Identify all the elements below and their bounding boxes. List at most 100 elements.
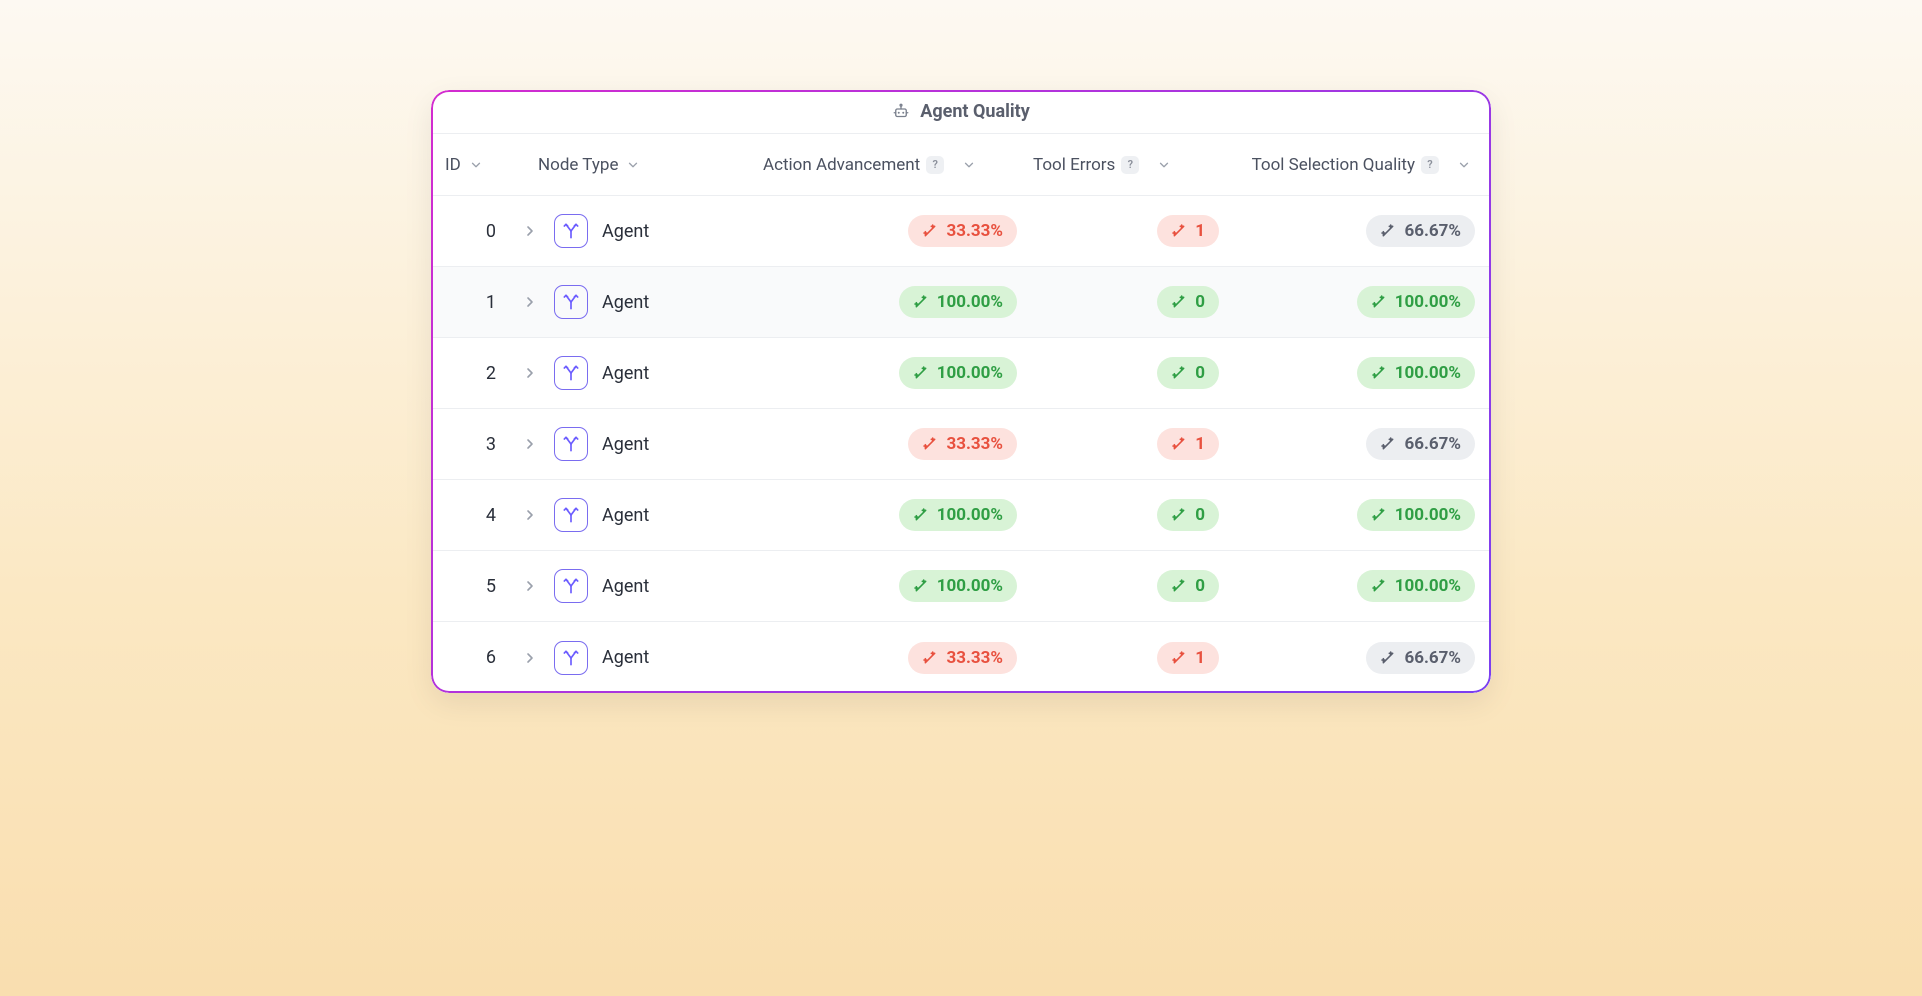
cell-id: 6 [431,647,516,668]
expand-row-icon[interactable] [520,363,540,383]
cell-tool-errors: 1 [1031,642,1231,674]
cell-tool-selection-quality: 100.00% [1231,357,1491,389]
wand-icon [1171,223,1187,239]
help-icon[interactable]: ? [926,156,944,174]
help-icon[interactable]: ? [1121,156,1139,174]
cell-id: 4 [431,505,516,526]
table-header: ID Node Type Action Advancement ? Tool E… [431,134,1491,196]
node-type-label: Agent [602,647,649,668]
wand-icon [913,578,929,594]
tool-selection-quality-pill: 100.00% [1357,499,1475,531]
action-advancement-pill: 100.00% [899,570,1017,602]
cell-action-advancement: 33.33% [761,642,1031,674]
tool-errors-pill: 1 [1157,215,1219,247]
tool-selection-quality-value: 66.67% [1404,434,1461,454]
wand-icon [1371,365,1387,381]
table-row[interactable]: 2 Agent 100.00% 0 100.00% [431,338,1491,409]
tool-selection-quality-value: 66.67% [1404,221,1461,241]
cell-node-type: Agent [516,569,761,603]
tool-errors-pill: 0 [1157,286,1219,318]
chevron-down-icon[interactable] [467,156,485,174]
cell-action-advancement: 100.00% [761,286,1031,318]
wand-icon [1171,436,1187,452]
wand-icon [1171,650,1187,666]
action-advancement-value: 100.00% [937,505,1003,525]
wand-icon [922,223,938,239]
chevron-down-icon[interactable] [960,156,978,174]
cell-node-type: Agent [516,427,761,461]
branch-icon [554,285,588,319]
chevron-down-icon[interactable] [1155,156,1173,174]
cell-action-advancement: 100.00% [761,357,1031,389]
action-advancement-pill: 100.00% [899,499,1017,531]
chevron-down-icon[interactable] [624,156,642,174]
tool-errors-value: 0 [1195,505,1205,525]
table-row[interactable]: 1 Agent 100.00% 0 100.00% [431,267,1491,338]
card-title-bar: Agent Quality [431,90,1491,134]
table-row[interactable]: 3 Agent 33.33% 1 66.67% [431,409,1491,480]
action-advancement-value: 100.00% [937,363,1003,383]
wand-icon [913,294,929,310]
table-row[interactable]: 0 Agent 33.33% 1 66.67% [431,196,1491,267]
tool-errors-value: 1 [1195,221,1205,241]
cell-id: 1 [431,292,516,313]
table-row[interactable]: 5 Agent 100.00% 0 100.00% [431,551,1491,622]
col-header-tool-selection-quality[interactable]: Tool Selection Quality ? [1231,155,1491,175]
chevron-down-icon[interactable] [1455,156,1473,174]
tool-errors-value: 0 [1195,576,1205,596]
col-header-node-type[interactable]: Node Type [516,155,761,175]
expand-row-icon[interactable] [520,434,540,454]
cell-id: 3 [431,434,516,455]
expand-row-icon[interactable] [520,576,540,596]
tool-selection-quality-pill: 100.00% [1357,357,1475,389]
cell-action-advancement: 33.33% [761,215,1031,247]
branch-icon [554,569,588,603]
col-header-tool-errors[interactable]: Tool Errors ? [1031,155,1231,175]
tool-selection-quality-value: 100.00% [1395,576,1461,596]
cell-node-type: Agent [516,641,761,675]
expand-row-icon[interactable] [520,292,540,312]
col-label: Node Type [538,155,618,175]
action-advancement-pill: 100.00% [899,357,1017,389]
cell-node-type: Agent [516,214,761,248]
table-body: 0 Agent 33.33% 1 66.67% 1 Agent [431,196,1491,693]
table-row[interactable]: 4 Agent 100.00% 0 100.00% [431,480,1491,551]
table-row[interactable]: 6 Agent 33.33% 1 66.67% [431,622,1491,693]
node-type-label: Agent [602,292,649,313]
node-type-label: Agent [602,434,649,455]
tool-errors-value: 1 [1195,648,1205,668]
tool-errors-pill: 1 [1157,428,1219,460]
wand-icon [922,650,938,666]
wand-icon [913,365,929,381]
tool-selection-quality-pill: 66.67% [1366,642,1475,674]
expand-row-icon[interactable] [520,505,540,525]
expand-row-icon[interactable] [520,648,540,668]
col-label: Action Advancement [763,155,920,175]
col-header-action-advancement[interactable]: Action Advancement ? [761,155,1031,175]
cell-tool-errors: 1 [1031,215,1231,247]
col-label: Tool Selection Quality [1252,155,1415,175]
agent-quality-card: Agent Quality ID Node Type Action Advanc… [431,90,1491,693]
wand-icon [922,436,938,452]
help-icon[interactable]: ? [1421,156,1439,174]
node-type-label: Agent [602,221,649,242]
node-type-label: Agent [602,576,649,597]
action-advancement-pill: 100.00% [899,286,1017,318]
tool-errors-pill: 0 [1157,357,1219,389]
wand-icon [1171,365,1187,381]
wand-icon [1371,507,1387,523]
cell-tool-selection-quality: 66.67% [1231,642,1491,674]
expand-row-icon[interactable] [520,221,540,241]
node-type-label: Agent [602,505,649,526]
robot-icon [892,103,910,121]
col-header-id[interactable]: ID [431,155,516,175]
wand-icon [913,507,929,523]
branch-icon [554,214,588,248]
action-advancement-pill: 33.33% [908,215,1017,247]
col-label: ID [445,155,461,175]
branch-icon [554,498,588,532]
cell-tool-selection-quality: 66.67% [1231,215,1491,247]
cell-tool-errors: 0 [1031,570,1231,602]
cell-tool-selection-quality: 100.00% [1231,286,1491,318]
tool-selection-quality-value: 66.67% [1404,648,1461,668]
